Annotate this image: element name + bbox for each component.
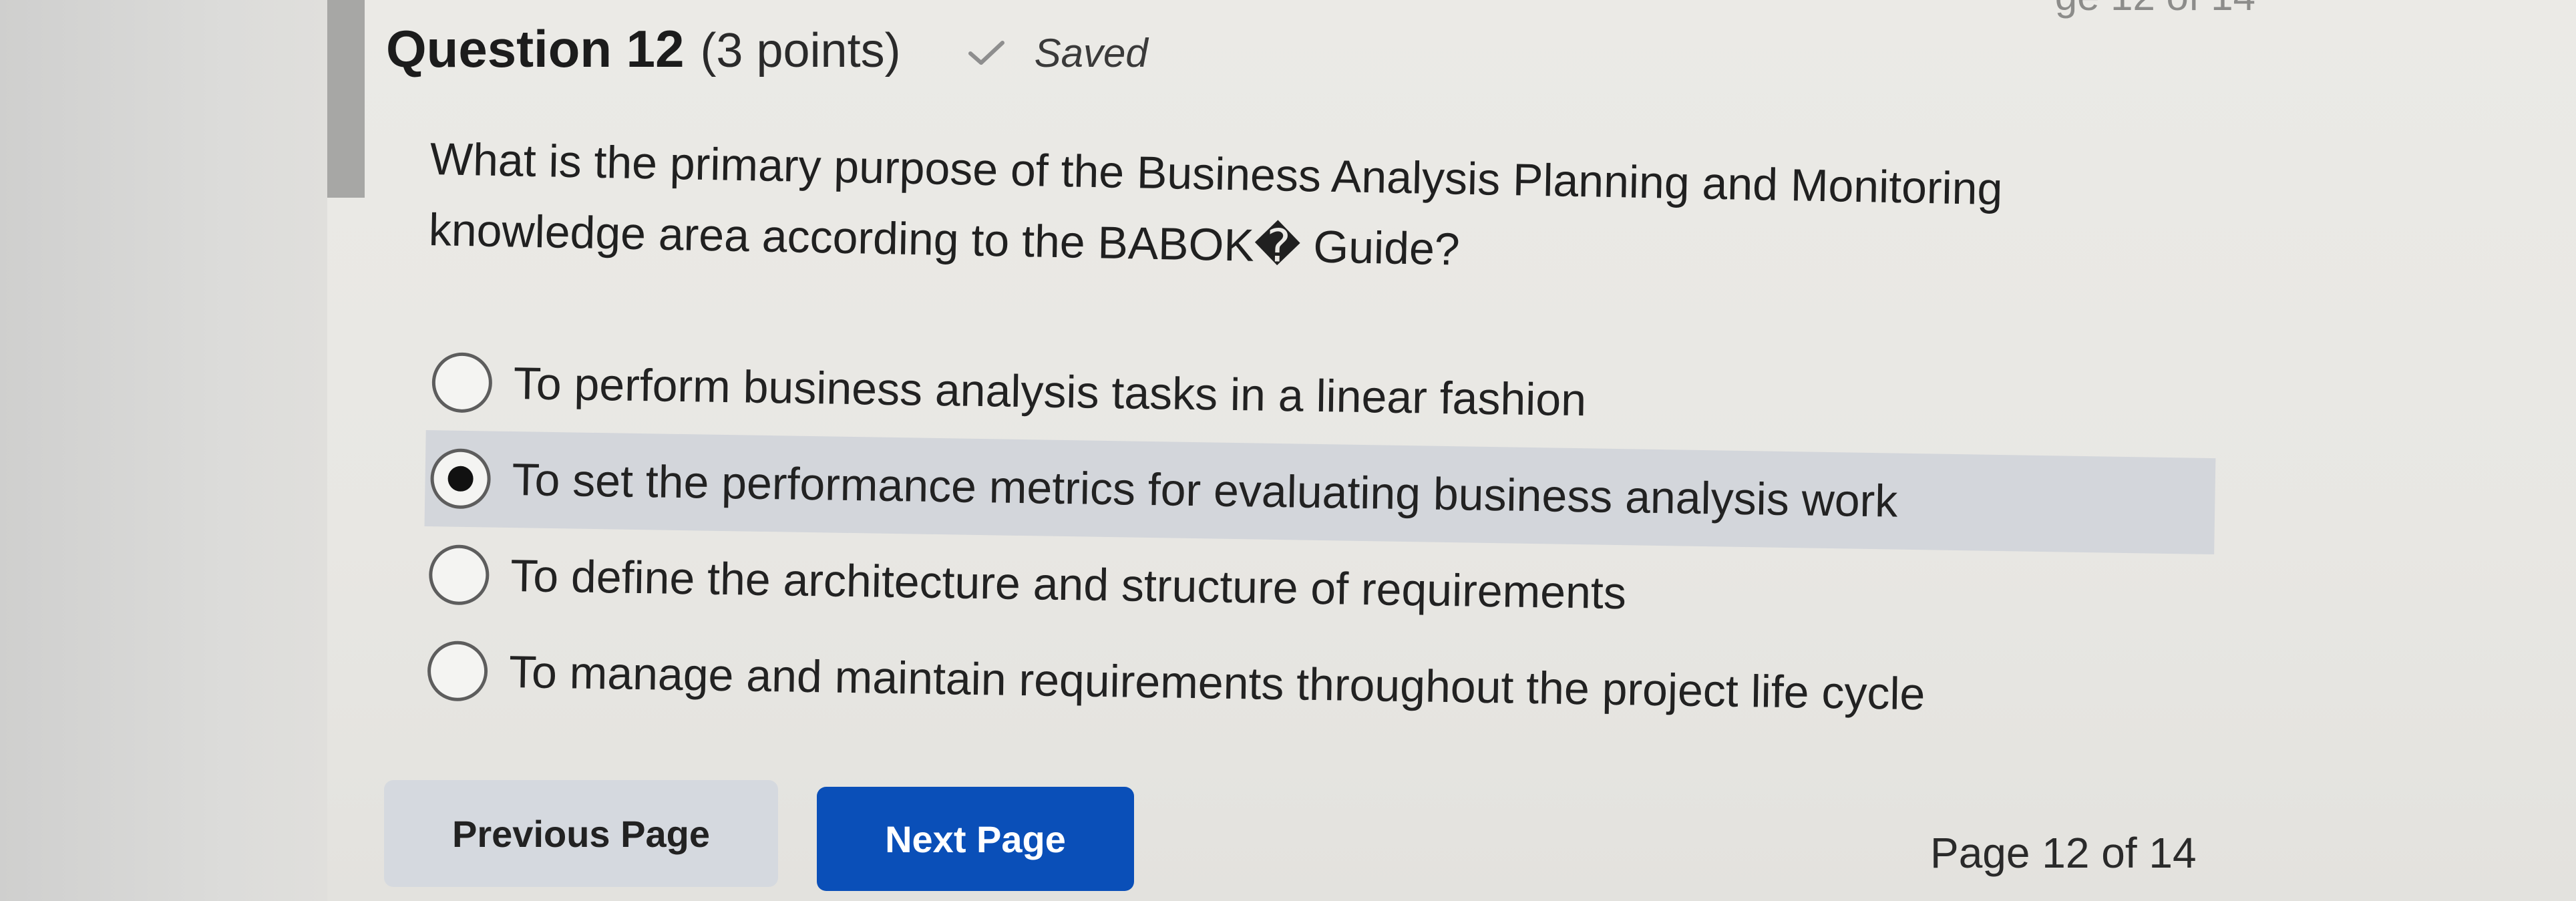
- previous-page-button[interactable]: Previous Page: [384, 780, 778, 887]
- page-indicator: Page 12 of 14: [1930, 829, 2197, 877]
- answer-option-label: To define the architecture and structure…: [510, 550, 1627, 619]
- answer-option-label: To perform business analysis tasks in a …: [513, 358, 1587, 426]
- question-header: Question 12 (3 points) Saved: [386, 19, 1148, 79]
- question-title: Question 12: [386, 19, 685, 78]
- left-background: [0, 0, 327, 901]
- radio-button[interactable]: [427, 641, 488, 702]
- next-page-button[interactable]: Next Page: [817, 787, 1134, 891]
- saved-status: Saved: [968, 30, 1148, 76]
- page-counter-top: ge 12 of 14: [2055, 0, 2255, 19]
- question-points: (3 points): [700, 24, 901, 77]
- saved-label: Saved: [1034, 31, 1148, 75]
- answer-option-label: To manage and maintain requirements thro…: [508, 646, 1925, 720]
- answer-options: To perform business analysis tasks in a …: [421, 334, 2217, 747]
- answer-option-label: To set the performance metrics for evalu…: [511, 454, 1898, 527]
- radio-button[interactable]: [431, 352, 493, 413]
- radio-button[interactable]: [428, 544, 490, 606]
- radio-button-selected[interactable]: [429, 448, 492, 510]
- checkmark-icon: [968, 41, 1004, 65]
- question-accent-bar: [327, 0, 365, 198]
